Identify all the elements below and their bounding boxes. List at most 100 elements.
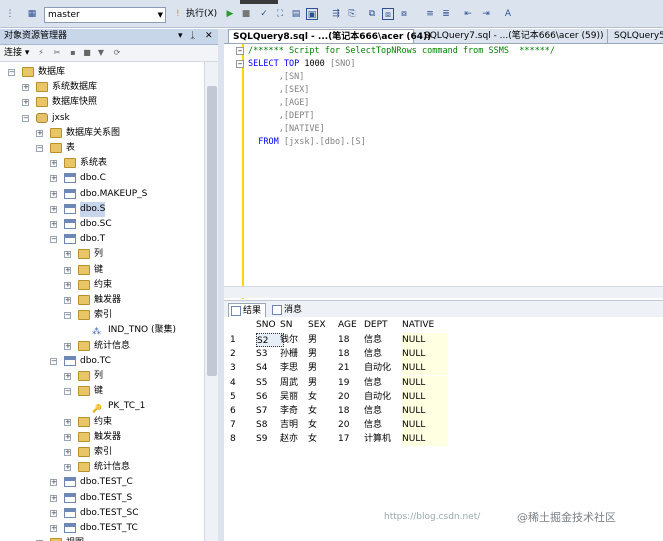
table-cell[interactable]: NULL: [402, 404, 448, 418]
dropdown-icon[interactable]: ▾: [178, 29, 183, 44]
results-to-grid-icon[interactable]: ▣: [306, 8, 318, 20]
table-cell[interactable]: 信息: [364, 418, 406, 432]
expand-icon[interactable]: +: [22, 99, 29, 107]
collapse-icon[interactable]: −: [50, 357, 57, 365]
execute-button[interactable]: ! 执行(X): [176, 7, 217, 22]
table-cell[interactable]: 信息: [364, 347, 406, 361]
tree-item[interactable]: + 统计信息: [0, 339, 204, 354]
debug-icon[interactable]: ▶: [224, 8, 236, 20]
column-header[interactable]: NATIVE: [402, 318, 448, 332]
expand-icon[interactable]: +: [64, 449, 71, 456]
close-icon[interactable]: ✕: [205, 29, 213, 44]
tree-item[interactable]: + 触发器: [0, 293, 204, 308]
tree-item[interactable]: + 触发器: [0, 430, 204, 445]
expand-icon[interactable]: +: [50, 509, 57, 517]
tree-item[interactable]: + 数据库快照: [0, 95, 204, 110]
expand-icon[interactable]: +: [50, 525, 57, 532]
table-cell[interactable]: 男: [308, 376, 342, 390]
display-plan-icon[interactable]: ⛶: [274, 8, 286, 20]
scrollbar-thumb[interactable]: [207, 86, 217, 376]
query-designer-icon[interactable]: ▤: [290, 8, 302, 20]
tree-item[interactable]: + dbo.TEST_SC: [0, 506, 204, 521]
tree-item[interactable]: + 数据库关系图: [0, 126, 204, 141]
collapse-icon[interactable]: −: [36, 145, 43, 152]
tree-item[interactable]: + 约束: [0, 278, 204, 293]
expand-icon[interactable]: +: [64, 464, 71, 472]
table-cell[interactable]: 信息: [364, 333, 406, 347]
expand-icon[interactable]: +: [50, 205, 57, 213]
collapse-icon[interactable]: −: [22, 114, 29, 122]
tree-item[interactable]: − 索引: [0, 308, 204, 323]
row-number[interactable]: 7: [230, 418, 244, 432]
table-cell[interactable]: 自动化: [364, 390, 406, 404]
tree-item[interactable]: + 键: [0, 263, 204, 278]
collapse-icon[interactable]: −: [64, 312, 71, 320]
table-cell[interactable]: 女: [308, 404, 342, 418]
expand-icon[interactable]: +: [64, 266, 71, 274]
decrease-indent-icon[interactable]: ⇤: [462, 8, 474, 20]
collapse-icon[interactable]: −: [50, 236, 57, 244]
expand-icon[interactable]: +: [50, 221, 57, 228]
tree-item[interactable]: + 索引: [0, 445, 204, 460]
parse-icon[interactable]: ✓: [258, 8, 270, 20]
table-cell[interactable]: 自动化: [364, 361, 406, 375]
register-icon[interactable]: ▪: [68, 48, 78, 58]
results-to-file-icon[interactable]: ⎘: [346, 8, 358, 20]
tree-item[interactable]: + dbo.SC: [0, 217, 204, 232]
tree-item[interactable]: − dbo.T: [0, 232, 204, 247]
expand-icon[interactable]: +: [64, 297, 71, 304]
tree-item[interactable]: − 数据库: [0, 65, 204, 80]
results-grid[interactable]: SNO SN SEX AGE DEPT NATIVE 1 S2 钱尔男 18 信息 NULL 2 S3 孙栅…: [228, 318, 468, 448]
tab-messages[interactable]: 消息: [270, 303, 306, 317]
tree-item[interactable]: + dbo.TEST_S: [0, 491, 204, 506]
expand-icon[interactable]: +: [64, 418, 71, 426]
stop-icon[interactable]: ■: [82, 48, 92, 58]
specify-values-icon[interactable]: A: [502, 8, 514, 20]
table-cell[interactable]: NULL: [402, 389, 448, 404]
comment-icon[interactable]: ≡: [424, 8, 436, 20]
expand-icon[interactable]: +: [64, 433, 71, 441]
tab-sqlquery8[interactable]: SQLQuery8.sql - ...(笔记本666\acer (64)): [228, 29, 431, 43]
table-cell[interactable]: 计算机: [364, 432, 406, 446]
increase-indent-icon[interactable]: ⇥: [480, 8, 492, 20]
editor-scrollbar[interactable]: [224, 286, 663, 298]
text-results-icon[interactable]: ⧇: [398, 8, 410, 20]
tree-item[interactable]: + dbo.S: [0, 201, 204, 217]
column-header[interactable]: DEPT: [364, 318, 406, 332]
tree-item[interactable]: + dbo.TEST_C: [0, 475, 204, 490]
expand-icon[interactable]: +: [50, 494, 57, 502]
row-number[interactable]: 8: [230, 432, 244, 446]
expand-icon[interactable]: +: [64, 373, 71, 380]
table-cell[interactable]: 女: [308, 432, 342, 446]
expand-icon[interactable]: +: [50, 160, 57, 168]
table-cell[interactable]: 男: [308, 347, 342, 361]
expand-icon[interactable]: +: [64, 342, 71, 350]
tree-item[interactable]: − 键: [0, 384, 204, 399]
fold-toggle-icon[interactable]: −: [236, 47, 244, 55]
expand-icon[interactable]: +: [22, 84, 29, 92]
tab-sqlquery5[interactable]: SQLQuery5: [610, 29, 663, 43]
table-cell[interactable]: NULL: [402, 333, 448, 347]
table-cell[interactable]: NULL: [402, 418, 448, 433]
sql-editor[interactable]: − − /****** Script for SelectTopNRows co…: [224, 43, 663, 299]
expand-icon[interactable]: +: [50, 479, 57, 487]
tree-item[interactable]: +视图: [0, 536, 204, 541]
tree-item[interactable]: + 系统数据库: [0, 80, 204, 95]
tree-item[interactable]: + dbo.MAKEUP_S: [0, 187, 204, 202]
refresh-icon[interactable]: ⟳: [112, 48, 122, 58]
row-number[interactable]: 3: [230, 361, 244, 375]
expand-icon[interactable]: +: [50, 190, 57, 198]
tree-item[interactable]: 🔑 PK_TC_1: [0, 399, 204, 414]
stop-icon[interactable]: ■: [240, 8, 252, 20]
table-cell[interactable]: 信息: [364, 404, 406, 418]
collapse-icon[interactable]: −: [64, 388, 71, 396]
tree-item[interactable]: + dbo.TEST_TC: [0, 521, 204, 536]
tab-sqlquery7[interactable]: SQLQuery7.sql - ...(笔记本666\acer (59)): [420, 29, 608, 43]
row-number[interactable]: 5: [230, 390, 244, 404]
connect-button[interactable]: 连接 ▾: [4, 47, 29, 60]
tab-results[interactable]: 结果: [228, 303, 267, 317]
tree-item[interactable]: − jxsk: [0, 111, 204, 126]
connect-icon[interactable]: ⚡: [36, 48, 46, 58]
table-cell[interactable]: 男: [308, 361, 342, 375]
expand-icon[interactable]: +: [64, 251, 71, 259]
